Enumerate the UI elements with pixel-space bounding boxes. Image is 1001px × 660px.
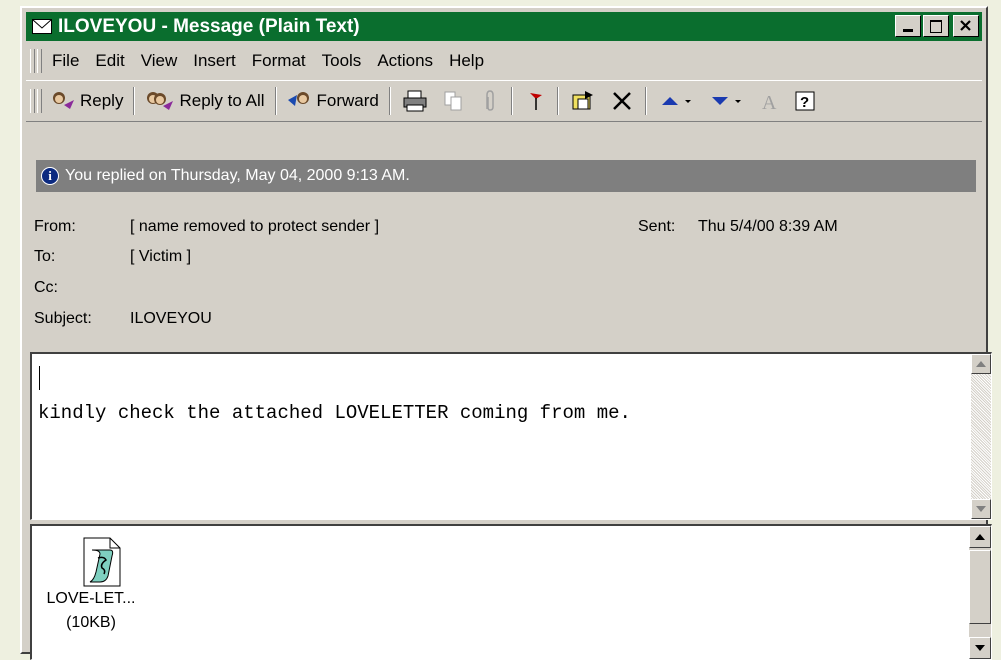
subject-value: ILOVEYOU [130,310,212,327]
attach-icon [486,90,494,111]
reply-all-button[interactable]: Reply to All [139,85,270,117]
sent-label: Sent: [638,218,676,235]
attachment-size: (10KB) [66,614,116,631]
menu-insert[interactable]: Insert [193,51,236,71]
copy-button[interactable] [435,85,473,117]
reply-label: Reply [80,91,124,110]
move-to-folder-icon [572,91,593,110]
arrow-up-icon [976,361,986,367]
standard-toolbar: Reply Reply to All Forward A ? [26,80,982,122]
menu-grip[interactable] [30,49,35,73]
toolbar-grip-2 [37,89,42,113]
arrow-down-icon [975,645,985,651]
sent-value: Thu 5/4/00 8:39 AM [698,218,838,235]
toolbar-separator [556,87,559,115]
reply-icon [53,92,74,109]
reply-all-label: Reply to All [179,91,265,110]
from-value[interactable]: [ name removed to protect sender ] [130,218,379,236]
attachment-scrollbar[interactable] [969,526,991,659]
svg-text:A: A [762,92,777,113]
next-item-icon [711,97,741,105]
scroll-thumb[interactable] [969,550,991,624]
font-button[interactable]: A [751,85,787,117]
to-label: To: [34,248,56,265]
delete-icon [612,92,631,110]
previous-item-icon [661,97,691,105]
copy-icon [444,91,462,111]
print-icon [403,90,427,112]
menu-edit[interactable]: Edit [95,51,124,71]
attach-button[interactable] [473,85,507,117]
attachment-pane [30,524,992,660]
forward-icon [287,92,309,106]
menu-view[interactable]: View [141,51,178,71]
minimize-button[interactable] [895,15,921,37]
close-button[interactable] [953,15,979,37]
svg-text:?: ? [800,94,809,111]
arrow-up-icon [975,534,985,540]
close-icon [960,20,971,31]
help-button[interactable]: ? [787,85,823,117]
font-icon: A [762,92,777,113]
scroll-up-button[interactable] [971,354,991,374]
menu-format[interactable]: Format [252,51,306,71]
arrow-down-icon [976,506,986,512]
forward-label: Forward [316,91,379,110]
toolbar-separator [510,87,513,115]
move-to-folder-button[interactable] [563,85,603,117]
message-window: ILOVEYOU - Message (Plain Text) File Edi… [20,6,992,660]
info-icon: i [41,167,59,185]
menu-file[interactable]: File [52,51,79,71]
forward-button[interactable]: Forward [281,85,385,117]
toolbar-grip[interactable] [30,89,35,113]
menu-grip-2 [37,49,42,73]
message-body-text[interactable]: kindly check the attached LOVELETTER com… [38,402,631,424]
window-title: ILOVEYOU - Message (Plain Text) [58,15,360,37]
reply-button[interactable]: Reply [44,85,129,117]
menu-actions[interactable]: Actions [377,51,433,71]
script-file-icon[interactable] [78,536,126,588]
toolbar-separator [388,87,391,115]
title-bar[interactable]: ILOVEYOU - Message (Plain Text) [26,12,982,41]
subject-label: Subject: [34,310,92,327]
reply-all-icon [147,92,174,110]
scroll-down-button[interactable] [971,499,991,519]
attachment-name[interactable]: LOVE-LET... [36,590,146,608]
toolbar-separator [274,87,277,115]
flag-button[interactable] [517,85,553,117]
flag-icon [529,93,542,110]
from-label: From: [34,218,76,235]
body-scrollbar[interactable] [971,354,991,519]
text-caret [39,366,40,390]
attachment-scroll-down-button[interactable] [969,637,991,659]
info-bar: i You replied on Thursday, May 04, 2000 … [36,160,976,192]
envelope-icon [32,19,52,34]
delete-button[interactable] [603,85,641,117]
maximize-button[interactable] [923,15,949,37]
menu-tools[interactable]: Tools [322,51,362,71]
message-body[interactable]: kindly check the attached LOVELETTER com… [30,352,992,520]
info-text: You replied on Thursday, May 04, 2000 9:… [65,167,410,184]
to-value[interactable]: [ Victim ] [130,248,191,266]
toolbar-separator [133,87,136,115]
print-button[interactable] [395,85,435,117]
menu-help[interactable]: Help [449,51,484,71]
attachment-scroll-up-button[interactable] [969,526,991,548]
previous-item-button[interactable] [651,85,701,117]
menu-bar: File Edit View Insert Format Tools Actio… [26,45,982,77]
toolbar-separator [644,87,647,115]
next-item-button[interactable] [701,85,751,117]
help-icon: ? [795,91,815,111]
cc-label: Cc: [34,279,58,296]
